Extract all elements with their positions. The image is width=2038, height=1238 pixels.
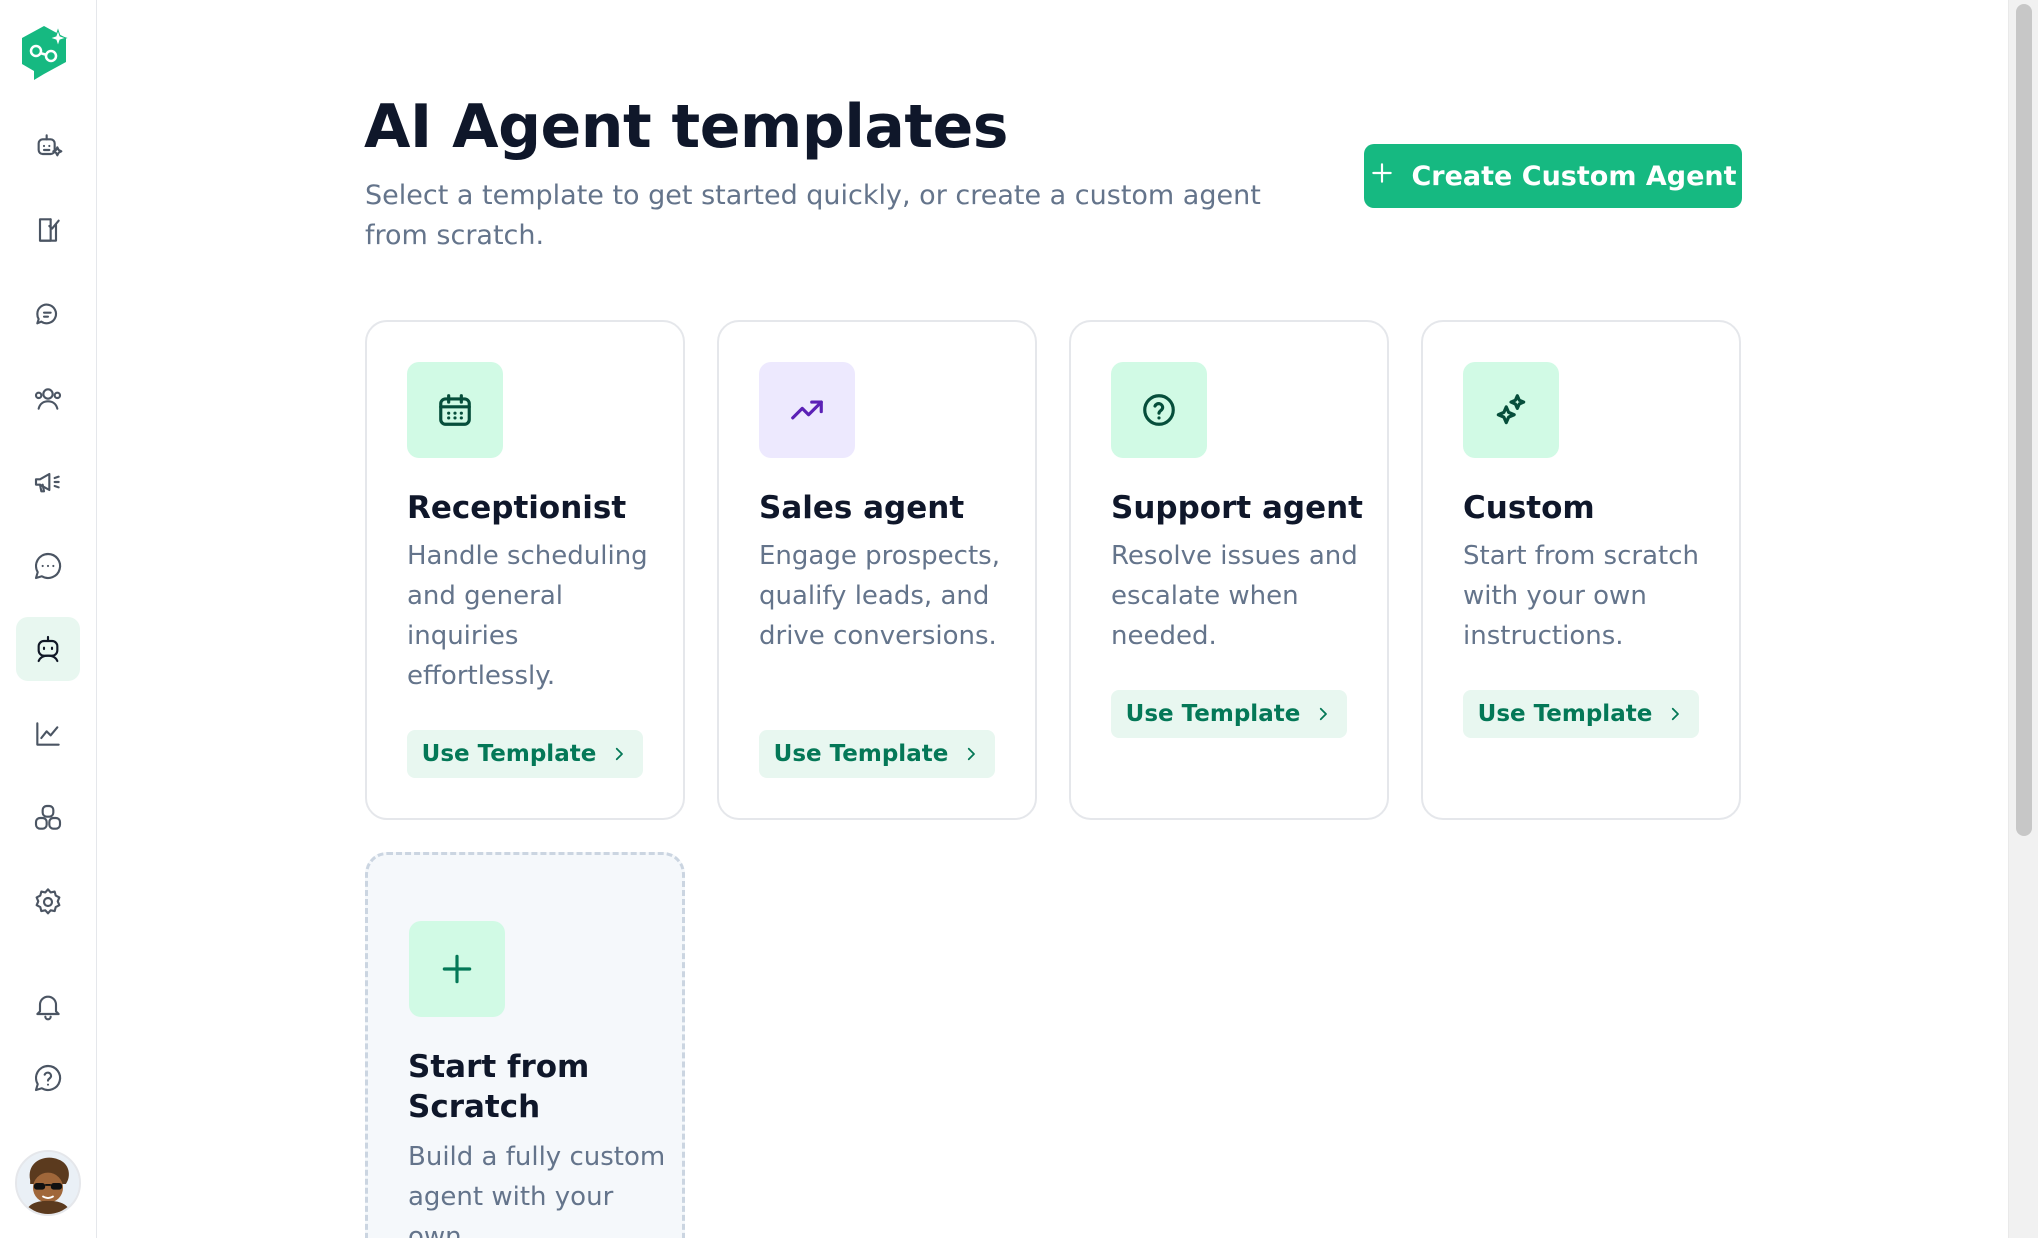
app-logo-icon[interactable] [20,24,72,82]
question-circle-icon [1143,394,1175,426]
use-template-label: Use Template [421,741,597,767]
template-description: Engage prospects, qualify leads, and dri… [759,541,1000,651]
sidebar-item-campaigns[interactable] [16,450,80,514]
template-card-support-agent[interactable]: Support agent Resolve issues and escalat… [1069,320,1389,820]
checklist-icon [38,218,60,242]
robot-icon [37,635,59,663]
template-title: Custom [1463,490,1595,526]
sidebar-item-agents[interactable] [16,114,80,178]
template-description: Resolve issues and escalate when needed. [1111,541,1358,651]
use-template-label: Use Template [1125,701,1301,727]
avatar[interactable] [15,1150,81,1216]
template-title: Receptionist [407,490,627,526]
start-from-scratch-card[interactable]: Start from Scratch Build a fully custom … [365,852,685,1238]
template-description: Handle scheduling and general inquiries … [407,541,648,691]
use-template-button[interactable]: Use Template [407,730,643,778]
use-template-button[interactable]: Use Template [1463,690,1699,738]
trending-up-icon [791,400,823,420]
template-icon-tile [407,362,503,458]
create-custom-agent-button[interactable]: Create Custom Agent [1364,144,1742,208]
chevron-right-icon [968,747,976,761]
help-icon [34,1064,62,1092]
agent-spark-icon [37,134,63,157]
template-card-custom[interactable]: Custom Start from scratch with your own … [1421,320,1741,820]
page-scrollbar[interactable] [2008,0,2038,1238]
line-chart-icon [36,722,60,746]
template-icon-tile [759,362,855,458]
use-template-label: Use Template [773,741,949,767]
sidebar-item-integrations[interactable] [16,786,80,850]
template-title: Sales agent [759,490,965,526]
sidebar-item-help[interactable] [16,1046,80,1110]
template-card-receptionist[interactable]: Receptionist Handle scheduling and gener… [365,320,685,820]
message-dots-icon [34,552,62,580]
scrollbar-thumb[interactable] [2016,4,2032,836]
calendar-icon [439,394,471,426]
template-icon-tile [1463,362,1559,458]
template-description: Start from scratch with your own instruc… [1463,541,1699,651]
sidebar-item-contacts[interactable] [16,366,80,430]
template-card-sales-agent[interactable]: Sales agent Engage prospects, qualify le… [717,320,1037,820]
chevron-right-icon [1320,707,1328,721]
use-template-button[interactable]: Use Template [759,730,995,778]
sidebar-item-messages[interactable] [16,534,80,598]
sidebar-item-ai-agents[interactable] [16,617,80,681]
use-template-label: Use Template [1477,701,1653,727]
page-subtitle: Select a template to get started quickly… [365,180,1261,251]
template-icon-tile [409,921,505,1017]
user-avatar-icon [17,1152,79,1214]
template-icon-tile [1111,362,1207,458]
plus-icon [1369,160,1395,193]
sidebar-item-conversations[interactable] [16,282,80,346]
create-custom-agent-label: Create Custom Agent [1411,160,1737,192]
contacts-icon [34,388,62,410]
page-title: AI Agent templates [364,92,1009,162]
chevron-right-icon [616,747,624,761]
integrations-icon [34,804,62,830]
gear-icon [35,888,61,915]
scratch-title: Start from Scratch [408,1049,590,1125]
megaphone-icon [34,472,60,493]
chevron-right-icon [1672,707,1680,721]
sidebar [0,0,97,1238]
chat-bubbles-icon [36,303,58,325]
sidebar-item-settings[interactable] [16,870,80,934]
plus-icon [442,954,472,984]
sidebar-item-notifications[interactable] [16,974,80,1038]
use-template-button[interactable]: Use Template [1111,690,1347,738]
sparkles-icon [1496,394,1526,425]
bell-icon [36,995,60,1021]
template-title: Support agent [1111,490,1363,526]
sidebar-item-tasks[interactable] [16,198,80,262]
scratch-description: Build a fully custom agent with your own [408,1142,666,1238]
sidebar-item-analytics[interactable] [16,702,80,766]
